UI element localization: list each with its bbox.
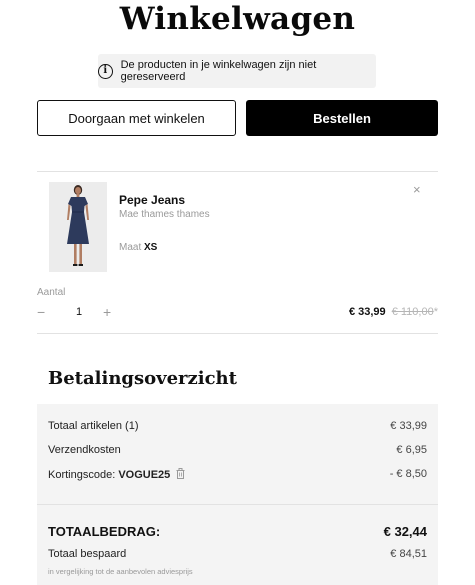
- discount-value: - € 8,50: [389, 468, 427, 480]
- order-button[interactable]: Bestellen: [246, 100, 438, 136]
- summary-row-items: Totaal artikelen (1) € 33,99: [48, 420, 427, 432]
- size-value: XS: [144, 242, 158, 253]
- continue-shopping-button[interactable]: Doorgaan met winkelen: [37, 100, 236, 136]
- notice-text: De producten in je winkelwagen zijn niet…: [120, 59, 317, 83]
- savings-footnote: in vergelijking tot de aanbevolen advies…: [48, 567, 193, 576]
- current-price: € 33,99: [348, 306, 386, 318]
- reservation-notice: i De producten in je winkelwagen zijn ni…: [98, 54, 376, 88]
- item-price: € 33,99 € 110,00*: [349, 306, 438, 318]
- total-label: TOTAALBEDRAG:: [48, 524, 161, 539]
- saved-label: Totaal bespaard: [48, 548, 127, 560]
- product-image[interactable]: [49, 182, 107, 272]
- increase-quantity-button[interactable]: +: [103, 304, 111, 320]
- summary-title: Betalingsoverzicht: [48, 368, 237, 389]
- summary-row-saved: Totaal bespaard € 84,51: [48, 548, 427, 560]
- remove-item-button[interactable]: ×: [413, 182, 421, 197]
- original-price-value: € 110,00: [391, 306, 434, 318]
- summary-row-total: TOTAALBEDRAG: € 32,44: [48, 524, 427, 539]
- discount-label: Kortingscode:: [48, 469, 116, 481]
- product-size: Maat XS: [119, 242, 157, 253]
- items-label: Totaal artikelen (1): [48, 420, 139, 432]
- divider: [37, 504, 438, 505]
- info-icon: i: [98, 63, 113, 79]
- page-title: Winkelwagen: [119, 1, 356, 37]
- original-price: € 110,00: [392, 306, 434, 318]
- quantity-label: Aantal: [37, 287, 66, 298]
- decrease-quantity-button[interactable]: −: [37, 304, 45, 320]
- summary-row-shipping: Verzendkosten € 6,95: [48, 444, 427, 456]
- divider: [37, 333, 438, 334]
- original-price-marker: *: [433, 306, 438, 318]
- payment-summary: Totaal artikelen (1) € 33,99 Verzendkost…: [37, 404, 438, 585]
- summary-row-discount: Kortingscode: VOGUE25 - € 8,50: [48, 468, 427, 482]
- shipping-label: Verzendkosten: [48, 444, 121, 456]
- trash-icon[interactable]: [176, 468, 185, 482]
- discount: Kortingscode: VOGUE25: [48, 468, 185, 482]
- total-value: € 32,44: [383, 524, 427, 539]
- product-name[interactable]: Mae thames thames: [119, 209, 210, 220]
- shipping-value: € 6,95: [396, 444, 427, 456]
- items-value: € 33,99: [390, 420, 427, 432]
- divider: [37, 171, 438, 172]
- discount-code: VOGUE25: [118, 469, 171, 481]
- quantity-value: 1: [76, 306, 83, 318]
- saved-value: € 84,51: [390, 548, 427, 560]
- size-label: Maat: [119, 242, 142, 253]
- product-brand: Pepe Jeans: [119, 193, 186, 207]
